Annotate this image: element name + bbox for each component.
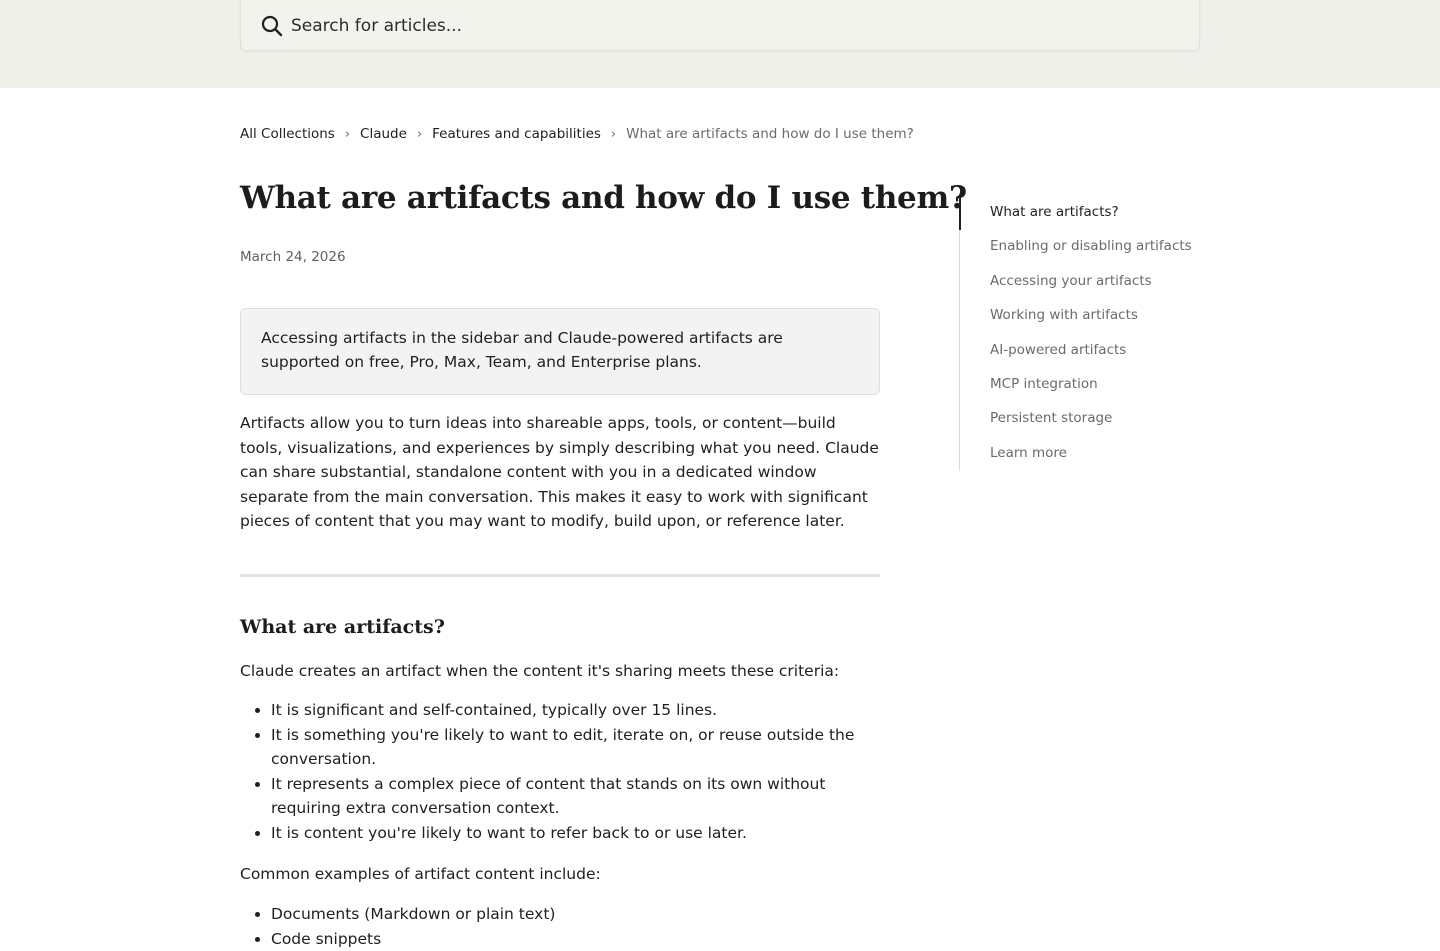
chevron-right-icon: › <box>417 127 422 142</box>
toc-item-learn-more[interactable]: Learn more <box>990 445 1067 461</box>
toc-item-persistent-storage[interactable]: Persistent storage <box>990 410 1112 426</box>
toc-item-accessing[interactable]: Accessing your artifacts <box>990 273 1152 289</box>
section-divider <box>240 574 880 577</box>
examples-list: Documents (Markdown or plain text) Code … <box>240 902 880 951</box>
toc-item-working[interactable]: Working with artifacts <box>990 307 1138 323</box>
toc-item-what-are-artifacts[interactable]: What are artifacts? <box>990 204 1119 220</box>
search-input[interactable] <box>291 16 1151 36</box>
list-item: It is content you're likely to want to r… <box>271 821 880 846</box>
search-box[interactable] <box>240 0 1200 51</box>
list-item: Code snippets <box>271 927 880 951</box>
callout-text: Accessing artifacts in the sidebar and C… <box>261 329 783 371</box>
page-title: What are artifacts and how do I use them… <box>240 180 967 216</box>
breadcrumb-all-collections[interactable]: All Collections <box>240 126 335 142</box>
toc-active-indicator <box>959 196 961 230</box>
breadcrumb-features[interactable]: Features and capabilities <box>432 126 601 142</box>
criteria-intro: Claude creates an artifact when the cont… <box>240 659 839 683</box>
toc-item-enabling-disabling[interactable]: Enabling or disabling artifacts <box>990 238 1192 254</box>
search-hero <box>0 0 1440 88</box>
list-item: It is something you're likely to want to… <box>271 723 880 772</box>
toc-item-mcp[interactable]: MCP integration <box>990 376 1098 392</box>
chevron-right-icon: › <box>345 127 350 142</box>
table-of-contents: What are artifacts? Enabling or disablin… <box>959 196 1200 471</box>
breadcrumb-claude[interactable]: Claude <box>360 126 407 142</box>
article-date: March 24, 2026 <box>240 249 346 265</box>
intro-paragraph: Artifacts allow you to turn ideas into s… <box>240 411 880 534</box>
breadcrumb-current: What are artifacts and how do I use them… <box>626 126 914 142</box>
examples-intro: Common examples of artifact content incl… <box>240 862 601 886</box>
chevron-right-icon: › <box>611 127 616 142</box>
breadcrumb: All Collections › Claude › Features and … <box>240 126 914 142</box>
plan-callout: Accessing artifacts in the sidebar and C… <box>240 308 880 395</box>
toc-item-ai-powered[interactable]: AI-powered artifacts <box>990 342 1126 358</box>
list-item: It is significant and self-contained, ty… <box>271 698 880 723</box>
criteria-list: It is significant and self-contained, ty… <box>240 698 880 845</box>
search-icon <box>261 15 283 37</box>
section-heading-what-are-artifacts: What are artifacts? <box>240 616 445 638</box>
list-item: It represents a complex piece of content… <box>271 772 880 821</box>
list-item: Documents (Markdown or plain text) <box>271 902 880 927</box>
